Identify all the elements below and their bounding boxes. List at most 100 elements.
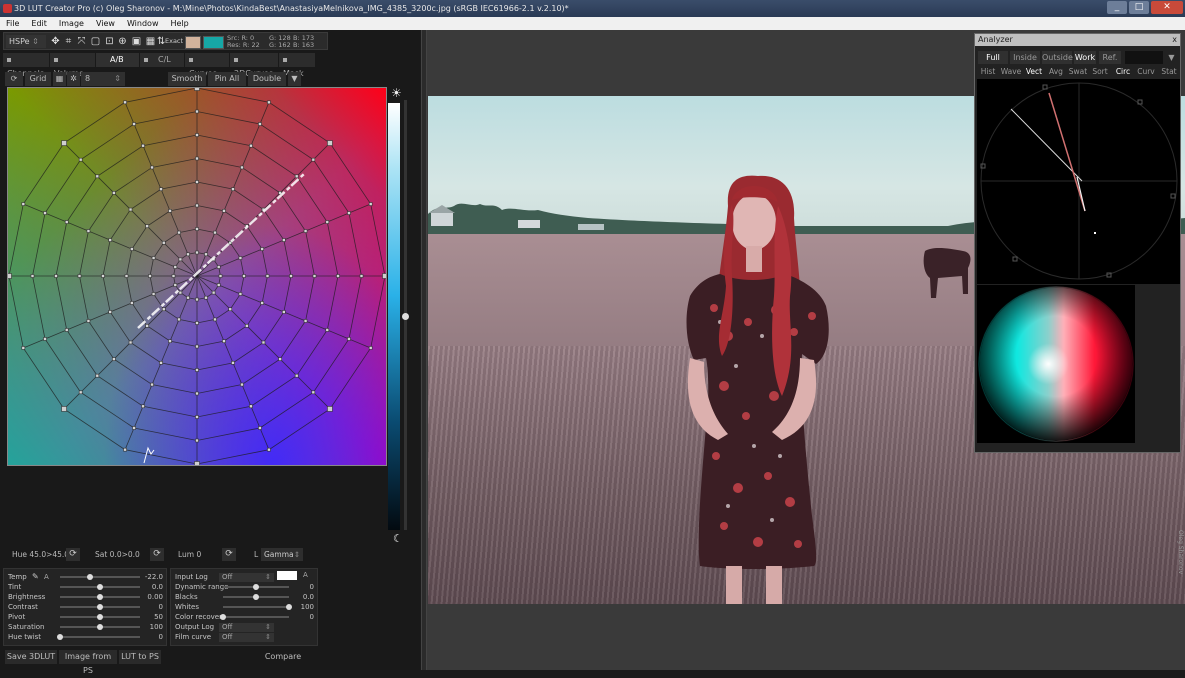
mode-curv[interactable]: Curv: [1135, 66, 1157, 77]
picker-icon[interactable]: ▣: [131, 36, 142, 47]
luminance-handle[interactable]: [402, 313, 409, 320]
analyzer-tab-full[interactable]: Full: [978, 51, 1008, 64]
menu-image[interactable]: Image: [59, 17, 84, 30]
menu-window[interactable]: Window: [127, 17, 159, 30]
mode-avg[interactable]: Avg: [1046, 66, 1066, 77]
grid-select-icon[interactable]: ⌗: [63, 36, 74, 47]
adjust-slider[interactable]: [60, 636, 140, 638]
analyzer-tab-inside[interactable]: Inside: [1010, 51, 1040, 64]
log-select[interactable]: Off ⇕: [219, 633, 274, 642]
log-value[interactable]: 100: [301, 602, 314, 612]
adjust-value[interactable]: 0: [159, 602, 163, 612]
mode-wave[interactable]: Wave: [1000, 66, 1022, 77]
temp-auto-button[interactable]: A: [44, 572, 49, 582]
minimize-button[interactable]: _: [1107, 1, 1127, 14]
lum-reset-icon[interactable]: ⟳: [222, 548, 236, 561]
mode-circ[interactable]: Circ: [1112, 66, 1134, 77]
result-swatch[interactable]: [203, 36, 224, 49]
dropdown-icon[interactable]: ▼: [288, 72, 301, 86]
mode-hist[interactable]: Hist: [977, 66, 999, 77]
log-value[interactable]: 0: [310, 582, 314, 592]
slider-knob[interactable]: [97, 614, 103, 620]
close-button[interactable]: ✕: [1151, 1, 1183, 14]
smooth-button[interactable]: Smooth: [168, 72, 206, 86]
maximize-button[interactable]: □: [1129, 1, 1149, 14]
adjust-value[interactable]: 50: [154, 612, 163, 622]
exact-label[interactable]: Exact: [165, 38, 183, 45]
grid-toggle-icon[interactable]: ▦: [53, 72, 66, 86]
analyzer-tab-ref[interactable]: Ref.: [1099, 51, 1121, 64]
adjust-value[interactable]: 0.0: [152, 582, 163, 592]
tab-2dcurves[interactable]: 2DCurves: [230, 53, 278, 78]
compare-button[interactable]: Compare: [171, 650, 395, 664]
log-value[interactable]: 0: [310, 612, 314, 622]
mode-sort[interactable]: Sort: [1089, 66, 1111, 77]
menu-view[interactable]: View: [96, 17, 115, 30]
tab-cl[interactable]: C/L: [140, 53, 184, 67]
ab-color-grid[interactable]: [7, 87, 387, 466]
analyzer-tab-outside[interactable]: Outside: [1042, 51, 1073, 64]
pin-all-button[interactable]: Pin All: [208, 72, 246, 86]
crop-icon[interactable]: ⊡: [104, 36, 115, 47]
analyzer-ref-field[interactable]: [1125, 51, 1163, 64]
menu-file[interactable]: File: [6, 17, 19, 30]
hue-reset-icon[interactable]: ⟳: [66, 548, 80, 561]
log-value[interactable]: 0.0: [303, 592, 314, 602]
mode-swat[interactable]: Swat: [1067, 66, 1089, 77]
slider-knob[interactable]: [286, 604, 292, 610]
slider-knob[interactable]: [253, 594, 259, 600]
adjust-value[interactable]: 0.00: [147, 592, 163, 602]
radial-grid-icon[interactable]: ✲: [67, 72, 80, 86]
reset-icon[interactable]: ⟳: [5, 72, 23, 86]
log-row-blacks: Blacks 0.0: [171, 592, 317, 602]
input-log-color-swatch[interactable]: [277, 571, 297, 580]
tab-mask[interactable]: Mask: [279, 53, 315, 78]
eyedropper-icon[interactable]: ✎: [32, 572, 39, 582]
grid-mesh[interactable]: [8, 88, 387, 466]
rect-select-icon[interactable]: ▢: [90, 36, 101, 47]
tab-ab[interactable]: A/B: [96, 53, 139, 67]
colorspace-select[interactable]: HSPe ⇕: [6, 35, 46, 48]
menu-help[interactable]: Help: [170, 17, 188, 30]
sat-reset-icon[interactable]: ⟳: [150, 548, 164, 561]
slider-knob[interactable]: [97, 624, 103, 630]
save-3dlut-button[interactable]: Save 3DLUT: [5, 650, 57, 664]
tab-volume[interactable]: Volume: [50, 53, 95, 78]
tab-curves[interactable]: Curves: [185, 53, 229, 78]
image-from-ps-button[interactable]: Image from PS: [59, 650, 117, 675]
analyzer-tab-work[interactable]: Work: [1074, 51, 1096, 64]
adjust-value[interactable]: 100: [150, 622, 163, 632]
zoom-icon[interactable]: ⊕: [117, 36, 128, 47]
slider-knob[interactable]: [97, 604, 103, 610]
slider-knob[interactable]: [253, 584, 259, 590]
log-select[interactable]: Off ⇕: [219, 573, 274, 582]
lut-to-ps-button[interactable]: LUT to PS: [119, 650, 161, 664]
analyzer-close-icon[interactable]: x: [1172, 34, 1177, 46]
slider-knob[interactable]: [97, 584, 103, 590]
menu-edit[interactable]: Edit: [31, 17, 47, 30]
adjust-value[interactable]: 0: [159, 632, 163, 642]
grid-icon[interactable]: ▦: [145, 36, 156, 47]
analyzer-dropdown-icon[interactable]: ▼: [1165, 51, 1178, 64]
slider-knob[interactable]: [57, 634, 63, 640]
log-select[interactable]: Off ⇕: [219, 623, 274, 632]
slider-knob[interactable]: [220, 614, 226, 620]
log-slider[interactable]: [223, 606, 289, 608]
slider-knob[interactable]: [87, 574, 94, 580]
slider-knob[interactable]: [97, 594, 103, 600]
move-icon[interactable]: ✥: [50, 36, 61, 47]
adjust-slider[interactable]: [60, 576, 140, 578]
sort-icon[interactable]: ⇅: [157, 36, 165, 47]
tab-channels[interactable]: Channels: [3, 53, 49, 78]
expand-icon[interactable]: ⤧: [76, 36, 87, 47]
input-log-auto-button[interactable]: A: [303, 571, 308, 580]
log-slider[interactable]: [223, 616, 289, 618]
grid-size-stepper[interactable]: 8 ⇕: [81, 72, 125, 86]
mode-stat[interactable]: Stat: [1158, 66, 1180, 77]
source-swatch[interactable]: [185, 36, 201, 49]
gamma-select[interactable]: Gamma ⇕: [261, 548, 303, 561]
adjust-value[interactable]: -22.0: [145, 572, 163, 582]
mode-vect[interactable]: Vect: [1023, 66, 1045, 77]
luminance-bar[interactable]: [388, 103, 400, 530]
double-button[interactable]: Double: [248, 72, 286, 86]
